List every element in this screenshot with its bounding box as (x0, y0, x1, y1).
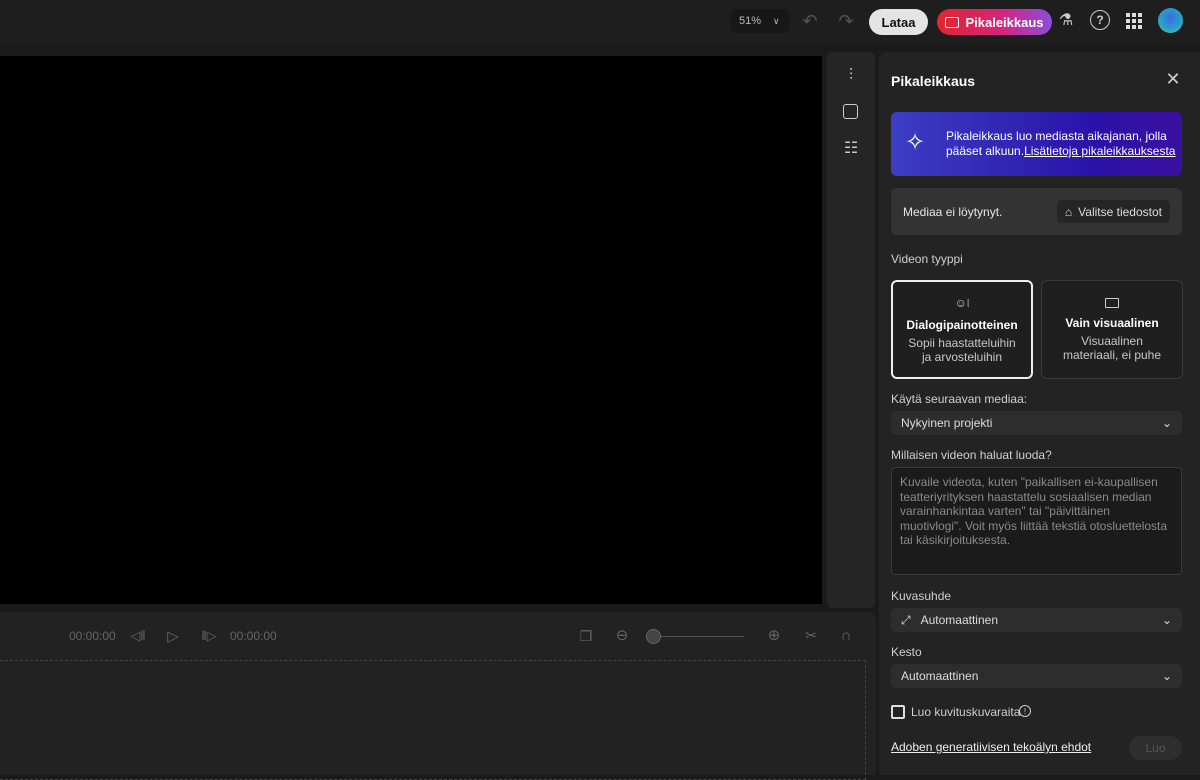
panel-title: Pikaleikkaus (891, 73, 976, 89)
card-title: Vain visuaalinen (1065, 315, 1159, 330)
download-button[interactable]: Lataa (869, 9, 928, 35)
zoom-select[interactable]: 51% ∨ (731, 9, 789, 33)
add-media-icon: ⌂ (1064, 204, 1073, 219)
quickcut-panel: Pikaleikkaus ✕ ✧ Pikaleikkaus luo medias… (879, 52, 1200, 775)
info-banner: ✧ Pikaleikkaus luo mediasta aikajanan, j… (891, 112, 1182, 176)
avatar[interactable] (1158, 8, 1183, 33)
prompt-textarea[interactable]: Kuvaile videota, kuten "paikallisen ei-k… (891, 467, 1182, 575)
current-time: 00:00:00 (69, 629, 116, 643)
zoom-in-icon[interactable]: ⊕ (765, 626, 783, 644)
aspect-value: Automaattinen (920, 613, 998, 627)
play-icon[interactable]: ▷ (164, 627, 182, 645)
no-media-text: Mediaa ei löytynyt. (903, 204, 1003, 219)
side-icon-rail: ⫶ ☷ (827, 52, 875, 608)
broll-label: Luo kuvituskuvaraita (911, 705, 1021, 719)
auto-resize-arrows-icon: ⤢ (901, 612, 911, 627)
duration-value: Automaattinen (901, 669, 979, 683)
terms-link[interactable]: Adoben generatiivisen tekoälyn ehdot (891, 740, 1091, 754)
adjustments-sliders-icon[interactable]: ⫶ (841, 66, 861, 86)
broll-checkbox[interactable] (891, 705, 905, 719)
prompt-label: Millaisen videon haluat luoda? (891, 448, 1052, 462)
step-back-icon[interactable]: ◁‖ (128, 627, 148, 645)
video-type-dialogue[interactable]: ☺⧙ Dialogipainotteinen Sopii haastattelu… (891, 280, 1033, 379)
chevron-down-icon: ⌄ (1161, 669, 1172, 683)
media-status: Mediaa ei löytynyt. ⌂ Valitse tiedostot (891, 188, 1182, 235)
redo-icon[interactable]: ↷ (836, 10, 856, 32)
clips-icon[interactable]: ❐ (577, 627, 595, 645)
card-desc: Sopii haastatteluihin ja arvosteluihin (908, 335, 1016, 364)
quickcut-icon (945, 16, 960, 28)
select-files-button[interactable]: ⌂ Valitse tiedostot (1056, 200, 1170, 223)
quickcut-button[interactable]: Pikaleikkaus (937, 9, 1052, 35)
sparkle-icon: ✧ (905, 129, 926, 156)
end-time: 00:00:00 (230, 629, 277, 643)
undo-icon[interactable]: ↶ (800, 10, 820, 32)
zoom-out-icon[interactable]: ⊖ (613, 626, 631, 644)
media-source-value: Nykyinen projekti (901, 416, 993, 430)
close-icon[interactable]: ✕ (1165, 69, 1181, 89)
aspect-dropdown[interactable]: ⤢ Automaattinen ⌄ (891, 608, 1182, 632)
duration-label: Kesto (891, 645, 922, 659)
zoom-value: 51% (739, 15, 762, 27)
film-icon (1105, 297, 1119, 308)
video-type-visual[interactable]: Vain visuaalinen Visuaalinen materiaali,… (1041, 280, 1183, 379)
speaker-icon: ☺⧙ (954, 295, 970, 310)
video-type-label: Videon tyyppi (891, 252, 963, 266)
snap-magnet-icon[interactable]: ∩ (837, 626, 855, 644)
duration-dropdown[interactable]: Automaattinen ⌄ (891, 664, 1182, 688)
chevron-down-icon: ⌄ (1161, 416, 1172, 430)
media-source-dropdown[interactable]: Nykyinen projekti ⌄ (891, 411, 1182, 435)
info-icon[interactable]: ! (1019, 705, 1031, 717)
apps-grid-icon[interactable] (1126, 13, 1142, 29)
create-button[interactable]: Luo (1129, 736, 1182, 760)
help-icon[interactable]: ? (1090, 10, 1110, 30)
transcript-icon[interactable]: ☷ (841, 138, 861, 158)
quickcut-label: Pikaleikkaus (965, 14, 1044, 30)
labs-flask-icon[interactable]: ⚗ (1057, 9, 1075, 31)
card-title: Dialogipainotteinen (906, 317, 1018, 332)
card-desc: Visuaalinen materiaali, ei puhe (1062, 333, 1162, 362)
timeline-zoom-slider[interactable] (652, 636, 744, 637)
learn-more-link[interactable]: Lisätietoja pikaleikkauksesta (1024, 144, 1175, 158)
timeline-drop-zone[interactable] (0, 660, 866, 780)
chevron-down-icon: ⌄ (1161, 613, 1172, 627)
aspect-label: Kuvasuhde (891, 589, 952, 603)
split-audio-icon[interactable]: ✂ (802, 626, 820, 644)
step-forward-icon[interactable]: ‖▷ (199, 627, 219, 645)
select-files-label: Valitse tiedostot (1078, 204, 1162, 219)
ai-sparkle-edit-icon[interactable] (843, 104, 858, 119)
media-source-label: Käytä seuraavan mediaa: (891, 392, 1028, 406)
timeline-zoom-handle[interactable] (646, 629, 661, 644)
chevron-down-icon: ∨ (773, 15, 780, 26)
video-preview (0, 56, 822, 604)
